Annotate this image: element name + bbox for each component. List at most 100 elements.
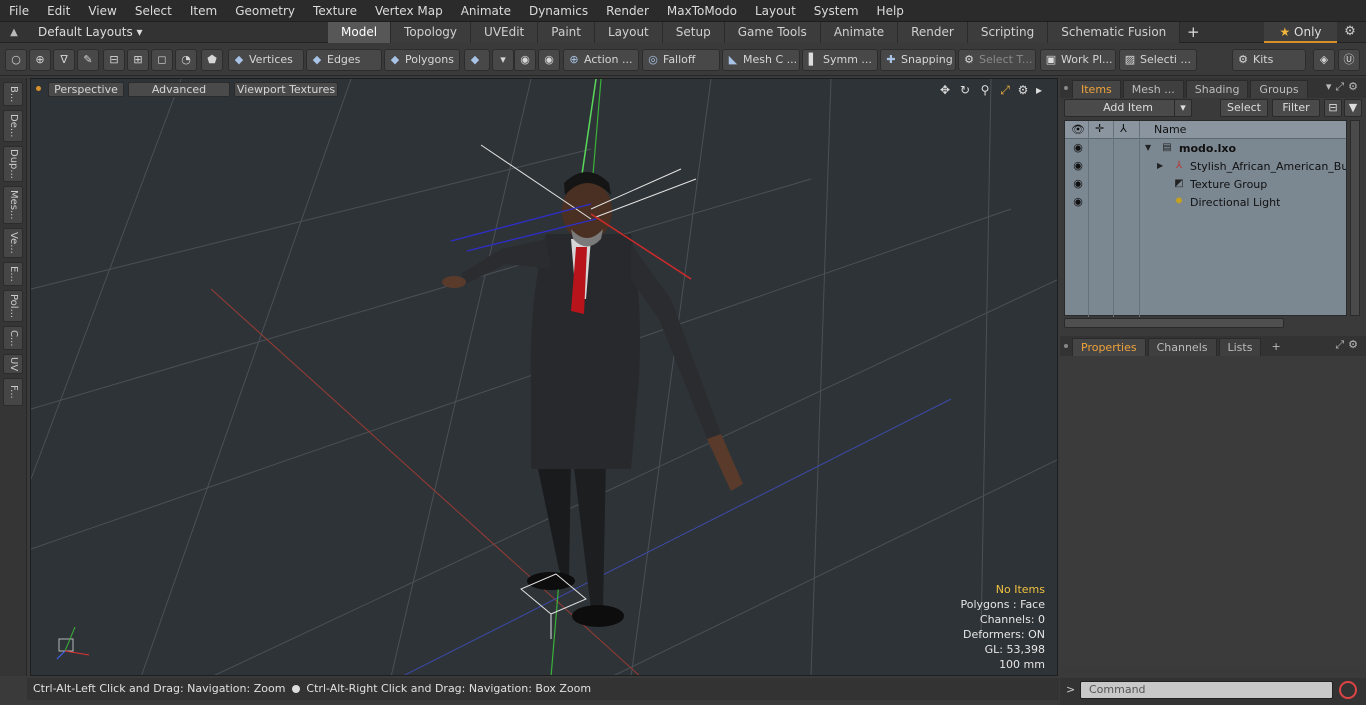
item-row-mesh[interactable]: ◉ ▶ ⅄ Stylish_African_American_Bu ... (1065, 158, 1346, 176)
menu-edit[interactable]: Edit (38, 0, 79, 22)
record-macro-icon[interactable] (1339, 681, 1357, 699)
left-tab-vertex[interactable]: Ve... (3, 228, 23, 258)
filter-button[interactable]: Filter (1272, 99, 1320, 117)
menu-file[interactable]: File (0, 0, 38, 22)
tab-animate[interactable]: Animate (820, 21, 899, 43)
viewport-expand-icon[interactable]: ▸ (1031, 82, 1047, 98)
falloff-button[interactable]: ◎ Falloff (642, 49, 720, 71)
globe-icon[interactable]: ⊕ (29, 49, 51, 71)
left-tab-deform[interactable]: De... (3, 110, 23, 142)
menu-geometry[interactable]: Geometry (226, 0, 304, 22)
3d-viewport[interactable]: Perspective Advanced Viewport Textures ✥… (30, 78, 1058, 676)
item-row-texture-group[interactable]: ◉ ◩ Texture Group (1065, 176, 1346, 194)
visibility-eye-icon[interactable]: ◉ (1071, 141, 1085, 155)
texture-ball-icon[interactable]: ◉ (538, 49, 560, 71)
viewport-gear-icon[interactable]: ⚙ (1015, 82, 1031, 98)
pan-icon[interactable]: ✥ (937, 82, 953, 98)
menu-view[interactable]: View (79, 0, 125, 22)
tab-mesh[interactable]: Mesh ... (1122, 80, 1184, 98)
item-mode-button[interactable]: ◆ (464, 49, 490, 71)
select-button[interactable]: Select (1220, 99, 1268, 117)
vertices-button[interactable]: ◆ Vertices (228, 49, 304, 71)
menu-vertex-map[interactable]: Vertex Map (366, 0, 452, 22)
add-item-chevron-icon[interactable]: ▾ (1174, 99, 1192, 117)
viewport-options-dot[interactable] (36, 86, 41, 91)
selection-sets-button[interactable]: ▨ Selecti ... (1119, 49, 1197, 71)
menu-layout[interactable]: Layout (746, 0, 805, 22)
add-item-button[interactable]: Add Item (1064, 99, 1192, 117)
left-tab-duplicate[interactable]: Dup... (3, 146, 23, 182)
layout-expand-icon[interactable]: ▲ (0, 27, 28, 38)
menu-system[interactable]: System (805, 0, 868, 22)
maximize-icon[interactable]: ⤢ (997, 82, 1013, 98)
tab-render[interactable]: Render (898, 21, 968, 43)
collapse-icon[interactable]: ⊟ (1324, 99, 1342, 117)
tab-groups[interactable]: Groups (1250, 80, 1308, 98)
left-tab-fusion[interactable]: F... (3, 378, 23, 406)
chevron-down-icon[interactable]: ▾ (492, 49, 514, 71)
item-row-directional-light[interactable]: ◉ ✹ Directional Light (1065, 194, 1346, 212)
add-tab-button[interactable]: + (1180, 23, 1206, 41)
align-icon[interactable]: ⊟ (103, 49, 125, 71)
tab-uvedit[interactable]: UVEdit (471, 21, 539, 43)
tab-topology[interactable]: Topology (391, 21, 472, 43)
visibility-eye-icon[interactable]: ◉ (1071, 159, 1085, 173)
transform-icon[interactable]: ⊞ (127, 49, 149, 71)
item-list-scrollbar[interactable] (1350, 120, 1360, 316)
material-ball-icon[interactable]: ◉ (514, 49, 536, 71)
orbit-icon[interactable]: ↻ (957, 82, 973, 98)
add-panel-tab-button[interactable]: + (1263, 338, 1288, 356)
left-tab-edge[interactable]: E... (3, 262, 23, 286)
tab-setup[interactable]: Setup (662, 21, 725, 43)
select-circle-icon[interactable]: ○ (5, 49, 27, 71)
work-plane-button[interactable]: ▣ Work Pl... (1040, 49, 1116, 71)
select-through-button[interactable]: ⚙ Select T... (958, 49, 1036, 71)
tab-schematic-fusion[interactable]: Schematic Fusion (1048, 21, 1181, 43)
unreal-icon[interactable]: Ⓤ (1338, 49, 1360, 71)
tab-lists[interactable]: Lists (1218, 338, 1262, 356)
panel-options-dot[interactable] (1060, 78, 1072, 98)
menu-dynamics[interactable]: Dynamics (520, 0, 597, 22)
tab-properties[interactable]: Properties (1072, 338, 1146, 356)
polygons-button[interactable]: ◆ Polygons (384, 49, 460, 71)
panel-controls-icon[interactable]: ▾⤢⚙ (1326, 80, 1362, 94)
item-row-modo-lxo[interactable]: ◉ ▼ ▤ modo.lxo (1065, 140, 1346, 158)
tab-model[interactable]: Model (328, 21, 392, 43)
command-input[interactable]: Command (1080, 681, 1333, 699)
tab-paint[interactable]: Paint (538, 21, 595, 43)
unity-icon[interactable]: ◈ (1313, 49, 1335, 71)
tab-items[interactable]: Items (1072, 80, 1121, 98)
only-toggle[interactable]: ★ Only (1264, 22, 1337, 43)
menu-item[interactable]: Item (181, 0, 226, 22)
perspective-button[interactable]: Perspective (48, 82, 124, 97)
mesh-constraint-button[interactable]: ◣ Mesh C ... (722, 49, 800, 71)
rotate-icon[interactable]: ◔ (175, 49, 197, 71)
left-tab-curve[interactable]: C... (3, 326, 23, 350)
zoom-icon[interactable]: ⚲ (977, 82, 993, 98)
edges-button[interactable]: ◆ Edges (306, 49, 382, 71)
brush-icon[interactable]: ✎ (77, 49, 99, 71)
visibility-eye-icon[interactable]: ◉ (1071, 177, 1085, 191)
left-tab-basic[interactable]: B... (3, 82, 23, 106)
funnel-icon[interactable]: ▼ (1344, 99, 1362, 117)
expand-triangle-icon[interactable]: ▶ (1157, 161, 1163, 170)
expand-triangle-icon[interactable]: ▼ (1145, 143, 1151, 152)
tab-shading[interactable]: Shading (1185, 80, 1249, 98)
menu-maxtomodo[interactable]: MaxToModo (658, 0, 746, 22)
left-tab-uv[interactable]: UV (3, 354, 23, 374)
tab-channels[interactable]: Channels (1147, 338, 1217, 356)
menu-texture[interactable]: Texture (304, 0, 366, 22)
tab-scripting[interactable]: Scripting (967, 21, 1049, 43)
lasso-icon[interactable]: ∇ (53, 49, 75, 71)
panel-options-dot[interactable] (1060, 336, 1072, 356)
gear-icon[interactable]: ⚙ (1339, 22, 1361, 43)
menu-animate[interactable]: Animate (452, 0, 520, 22)
left-tab-polygon[interactable]: Pol... (3, 290, 23, 322)
menu-select[interactable]: Select (126, 0, 181, 22)
panel-controls-icon[interactable]: ⤢⚙ (1335, 338, 1362, 352)
item-list-horizontal-scrollbar[interactable] (1064, 318, 1284, 328)
layouts-dropdown[interactable]: Default Layouts ▾ (28, 25, 328, 39)
viewport-textures-button[interactable]: Viewport Textures (234, 82, 338, 97)
left-tab-mesh-edit[interactable]: Mes... (3, 186, 23, 224)
symmetry-button[interactable]: ▌ Symm ... (802, 49, 878, 71)
